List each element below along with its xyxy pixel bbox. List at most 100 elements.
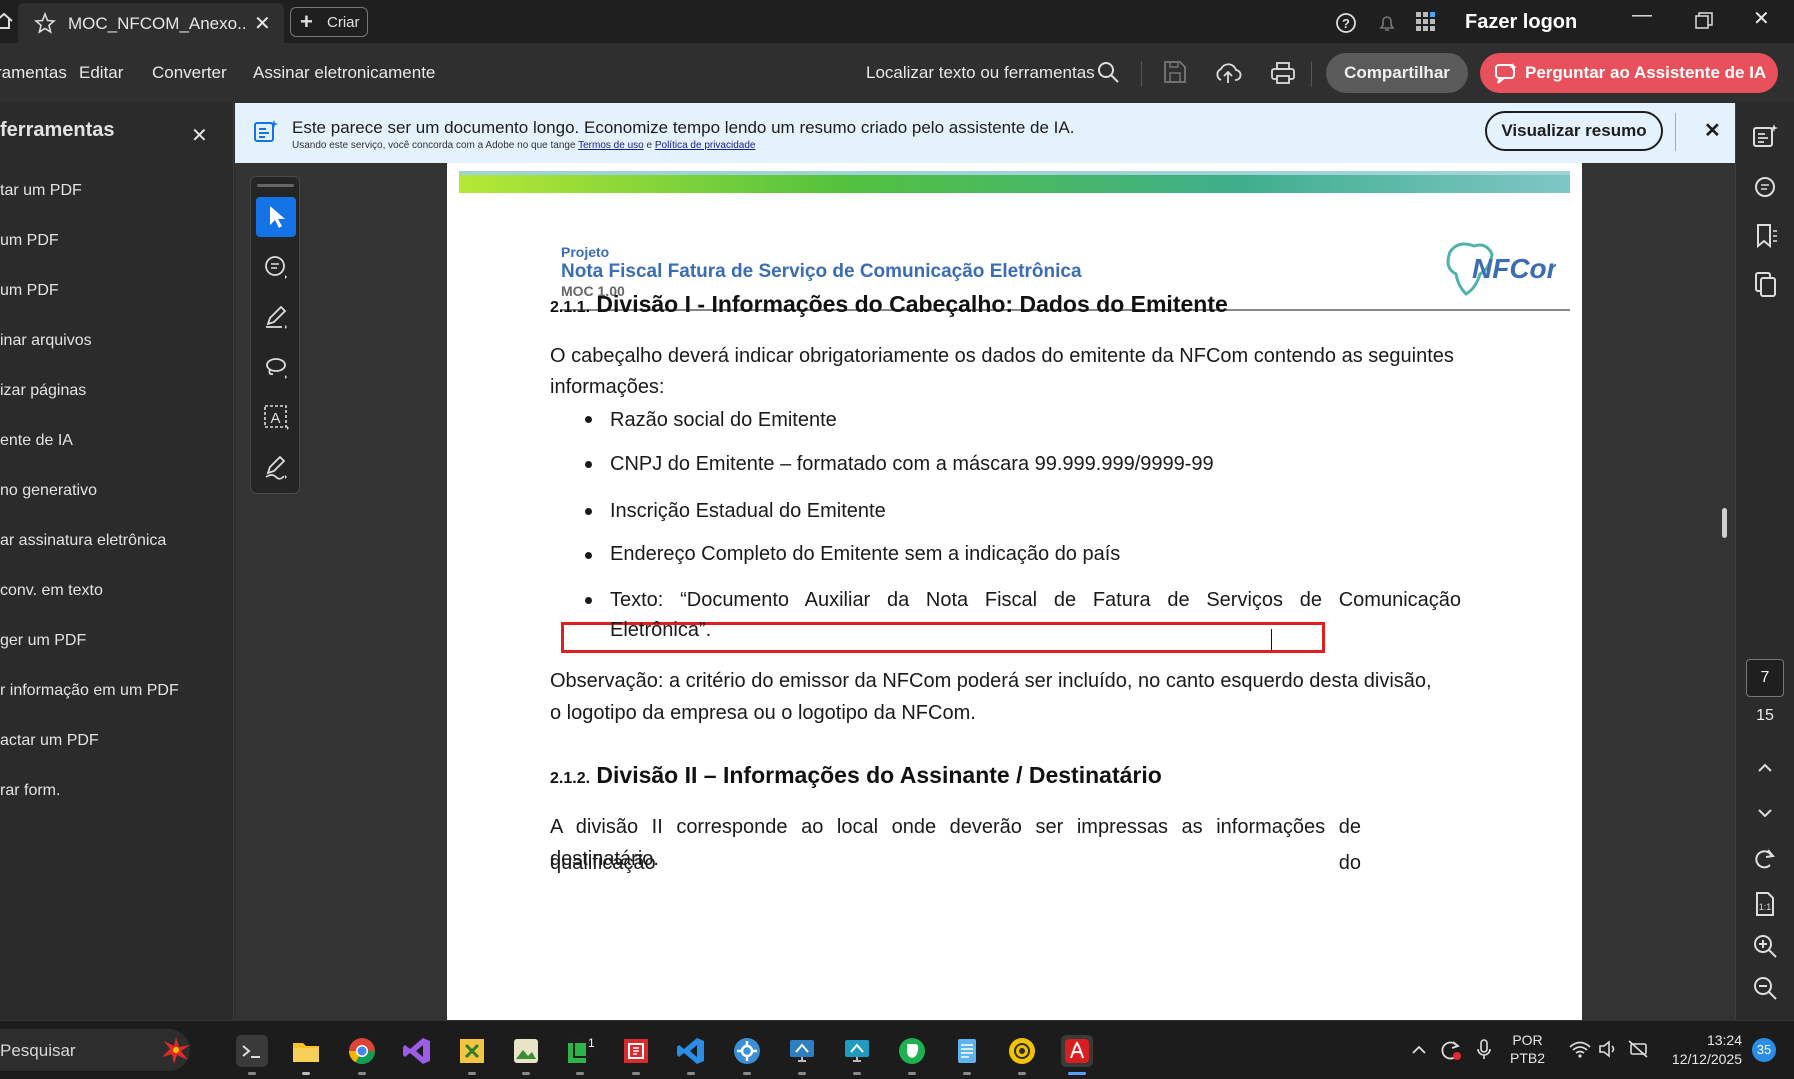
menu-tools[interactable]: ramentas	[0, 63, 67, 83]
lasso-icon	[266, 358, 287, 379]
taskbar: Pesquisar 1 POR PTB2 13:24 12/12/2025 35	[0, 1020, 1794, 1079]
document-tab[interactable]: MOC_NFCOM_Anexo... ✕	[18, 3, 284, 43]
apps-grid-icon[interactable]	[1415, 11, 1437, 33]
project-app-icon[interactable]: 1	[564, 1035, 596, 1067]
tool-item[interactable]: ger um PDF	[0, 632, 86, 650]
paragraph-line: informações:	[550, 376, 665, 398]
comment-tool[interactable]	[256, 247, 296, 287]
find-tools-label[interactable]: Localizar texto ou ferramentas	[866, 63, 1095, 83]
bookmark-icon[interactable]	[1750, 221, 1780, 251]
rotate-icon[interactable]	[1750, 844, 1780, 874]
volume-icon[interactable]	[1597, 1039, 1619, 1059]
ai-summary-rail-icon[interactable]	[1750, 122, 1780, 152]
microphone-icon[interactable]	[1474, 1038, 1494, 1062]
current-page-input[interactable]: 7	[1746, 659, 1784, 697]
text-tool[interactable]: A	[256, 397, 296, 437]
terms-link[interactable]: Termos de uso	[578, 140, 644, 151]
tool-item[interactable]: izar páginas	[0, 382, 86, 400]
login-link[interactable]: Fazer logon	[1465, 11, 1577, 34]
clock[interactable]: 13:24 12/12/2025	[1662, 1032, 1742, 1067]
select-tool[interactable]	[256, 197, 296, 237]
tool-item[interactable]: actar um PDF	[0, 732, 99, 750]
highlight-tool[interactable]	[256, 297, 296, 337]
remote-desktop-icon[interactable]	[786, 1035, 818, 1067]
restore-icon[interactable]	[1695, 12, 1713, 30]
title-bar: MOC_NFCOM_Anexo... ✕ + Criar ? Fazer log…	[0, 0, 1794, 43]
tool-item[interactable]: no generativo	[0, 482, 97, 500]
plus-icon: +	[300, 9, 313, 34]
zoom-in-icon[interactable]	[1750, 931, 1780, 961]
evernote-icon[interactable]	[896, 1035, 928, 1067]
vscode-icon[interactable]	[675, 1035, 707, 1067]
sync-icon[interactable]	[1438, 1038, 1462, 1062]
ai-summary-banner: Este parece ser um documento longo. Econ…	[235, 103, 1735, 163]
yellow-app-icon[interactable]	[1006, 1035, 1038, 1067]
help-icon[interactable]: ?	[1335, 12, 1357, 34]
tool-item[interactable]: um PDF	[0, 232, 59, 250]
share-button[interactable]: Compartilhar	[1326, 53, 1468, 93]
save-icon[interactable]	[1161, 58, 1191, 88]
wifi-icon[interactable]	[1568, 1039, 1592, 1059]
notepad-icon[interactable]	[951, 1035, 983, 1067]
battery-icon[interactable]	[1627, 1039, 1651, 1059]
privacy-link[interactable]: Política de privacidade	[655, 140, 756, 151]
print-icon[interactable]	[1268, 58, 1298, 88]
tool-item[interactable]: rar form.	[0, 782, 60, 800]
chrome-icon[interactable]	[346, 1035, 378, 1067]
visual-studio-icon[interactable]	[401, 1035, 433, 1067]
home-icon[interactable]	[0, 11, 14, 31]
menu-edit[interactable]: Editar	[79, 63, 123, 83]
ask-ai-label: Perguntar ao Assistente de IA	[1525, 63, 1767, 82]
menu-esign[interactable]: Assinar eletronicamente	[253, 63, 435, 83]
pages-icon[interactable]	[1750, 269, 1780, 299]
tool-item[interactable]: ente de IA	[0, 432, 73, 450]
tool-item[interactable]: ar assinatura eletrônica	[0, 532, 166, 550]
tool-item[interactable]: conv. em texto	[0, 582, 103, 600]
view-summary-button[interactable]: Visualizar resumo	[1485, 111, 1663, 151]
bell-icon[interactable]	[1376, 12, 1398, 34]
scrollbar-thumb[interactable]	[1722, 508, 1727, 538]
gear-app-icon[interactable]	[731, 1035, 763, 1067]
file-manager-icon[interactable]	[456, 1035, 488, 1067]
red-app-icon[interactable]	[620, 1035, 652, 1067]
terminal-icon[interactable]	[236, 1035, 268, 1067]
file-explorer-icon[interactable]	[290, 1035, 322, 1067]
language-code: POR	[1512, 1032, 1543, 1048]
pdf-page[interactable]: Projeto Nota Fiscal Fatura de Serviço de…	[447, 163, 1582, 1020]
zoom-out-icon[interactable]	[1750, 973, 1780, 1003]
input-language[interactable]: POR PTB2	[1510, 1032, 1545, 1066]
tab-close-icon[interactable]: ✕	[254, 11, 271, 36]
tool-item[interactable]: um PDF	[0, 282, 59, 300]
comments-rail-icon[interactable]	[1750, 172, 1780, 202]
image-viewer-icon[interactable]	[510, 1035, 542, 1067]
acrobat-icon[interactable]	[1061, 1035, 1093, 1067]
tool-item[interactable]: inar arquivos	[0, 332, 92, 350]
menu-convert[interactable]: Converter	[152, 63, 227, 83]
remote-desktop-2-icon[interactable]	[841, 1035, 873, 1067]
create-label: Criar	[327, 14, 360, 31]
draw-tool[interactable]	[256, 347, 296, 387]
menu-bar: ramentas Editar Converter Assinar eletro…	[0, 43, 1794, 103]
clock-date: 12/12/2025	[1671, 1051, 1742, 1067]
taskbar-search[interactable]: Pesquisar	[0, 1029, 190, 1071]
star-icon[interactable]	[34, 12, 56, 34]
tool-item[interactable]: tar um PDF	[0, 182, 82, 200]
sign-tool[interactable]	[256, 447, 296, 487]
notification-badge[interactable]: 35	[1752, 1038, 1776, 1062]
search-icon[interactable]	[1094, 58, 1124, 88]
minimize-icon[interactable]: —	[1632, 4, 1652, 27]
chevron-up-icon[interactable]	[1750, 753, 1780, 783]
bullet-item: Endereço Completo do Emitente sem a indi…	[610, 543, 1121, 565]
create-button[interactable]: + Criar	[290, 7, 368, 37]
bullet-dot	[585, 597, 592, 604]
close-window-icon[interactable]: ✕	[1753, 6, 1770, 31]
tray-chevron-up-icon[interactable]	[1410, 1041, 1428, 1059]
tools-panel-close-icon[interactable]: ✕	[191, 123, 208, 148]
tool-item[interactable]: r informação em um PDF	[0, 682, 179, 700]
banner-close-icon[interactable]: ✕	[1704, 118, 1721, 143]
bullet-item: Texto: “Documento Auxiliar da Nota Fisca…	[610, 589, 1461, 611]
ask-ai-button[interactable]: Perguntar ao Assistente de IA	[1480, 53, 1778, 93]
fit-page-icon[interactable]: 1:1	[1750, 889, 1780, 919]
chevron-down-icon[interactable]	[1750, 798, 1780, 828]
cloud-upload-icon[interactable]	[1213, 58, 1243, 88]
